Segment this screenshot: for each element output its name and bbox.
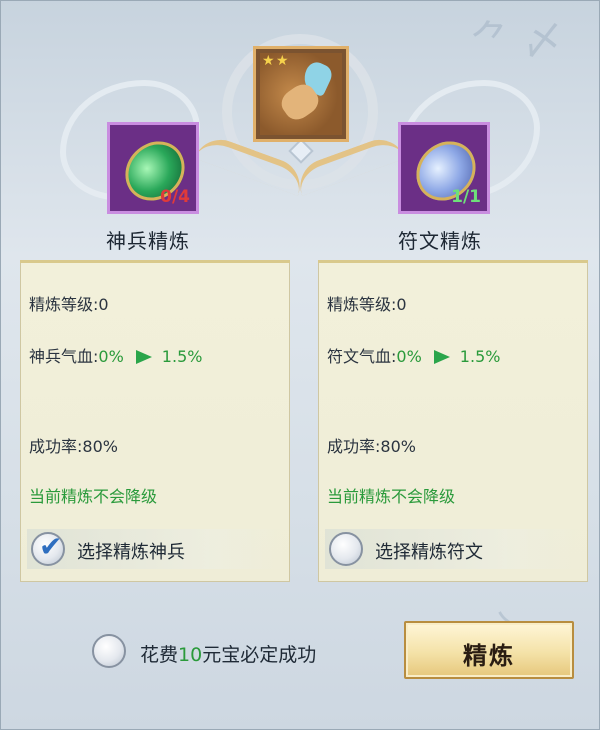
weapon-item-slot[interactable]: 0/4 — [107, 122, 199, 214]
arrow-right-icon — [135, 349, 152, 364]
select-rune-label: 选择精炼符文 — [375, 542, 483, 563]
rune-refine-panel: 精炼等级:0 符文气血:0% 1.5% 成功率:80% 当前精炼不会降级 选择精炼… — [318, 260, 588, 582]
checkmark-icon: ✔ — [39, 530, 63, 563]
cost-amount: 10 — [178, 644, 203, 666]
center-item-slot[interactable]: ★ ★ — [253, 46, 349, 142]
select-weapon-option[interactable]: ✔ 选择精炼神兵 — [27, 529, 285, 569]
weapon-refine-level: 精炼等级:0 — [29, 295, 109, 314]
background-calligraphy: ⺈ 〆 — [470, 18, 563, 64]
rune-hp-label: 符文气血: — [327, 347, 397, 366]
select-rune-radio[interactable] — [329, 532, 363, 566]
cost-suffix: 元宝必定成功 — [202, 644, 317, 666]
weapon-hp-label: 神兵气血: — [29, 347, 99, 366]
rune-success-rate: 成功率:80% — [327, 437, 416, 456]
guaranteed-success-radio[interactable] — [92, 634, 126, 668]
weapon-refine-panel: 精炼等级:0 神兵气血:0% 1.5% 成功率:80% 当前精炼不会降级 ✔ 选择… — [20, 260, 290, 582]
weapon-hp-from: 0% — [98, 347, 124, 366]
rune-refine-title: 符文精炼 — [398, 229, 482, 253]
rune-item-slot[interactable]: 1/1 — [398, 122, 490, 214]
weapon-success-rate: 成功率:80% — [29, 437, 118, 456]
weapon-refine-title: 神兵精炼 — [106, 229, 190, 253]
rune-count: 1/1 — [451, 187, 481, 207]
rune-hp-row: 符文气血:0% 1.5% — [327, 343, 500, 367]
weapon-hp-to: 1.5% — [161, 347, 203, 366]
weapon-count: 0/4 — [160, 187, 190, 207]
select-weapon-radio[interactable]: ✔ — [31, 530, 65, 566]
refine-button-label: 精炼 — [463, 642, 515, 670]
rune-refine-level: 精炼等级:0 — [327, 295, 407, 314]
rune-hp-to: 1.5% — [459, 347, 501, 366]
weapon-no-downgrade: 当前精炼不会降级 — [29, 487, 158, 506]
refine-button[interactable]: 精炼 — [404, 621, 574, 679]
select-rune-option[interactable]: 选择精炼符文 — [325, 529, 583, 569]
star-icon: ★ — [262, 53, 275, 69]
select-weapon-label: 选择精炼神兵 — [77, 542, 185, 563]
rune-no-downgrade: 当前精炼不会降级 — [327, 487, 456, 506]
guaranteed-success-label: 花费10元宝必定成功 — [140, 640, 316, 667]
weapon-hp-row: 神兵气血:0% 1.5% — [29, 343, 202, 367]
rune-hp-from: 0% — [396, 347, 422, 366]
arrow-right-icon — [433, 349, 450, 364]
star-icon: ★ — [276, 53, 289, 69]
cost-prefix: 花费 — [140, 644, 179, 666]
